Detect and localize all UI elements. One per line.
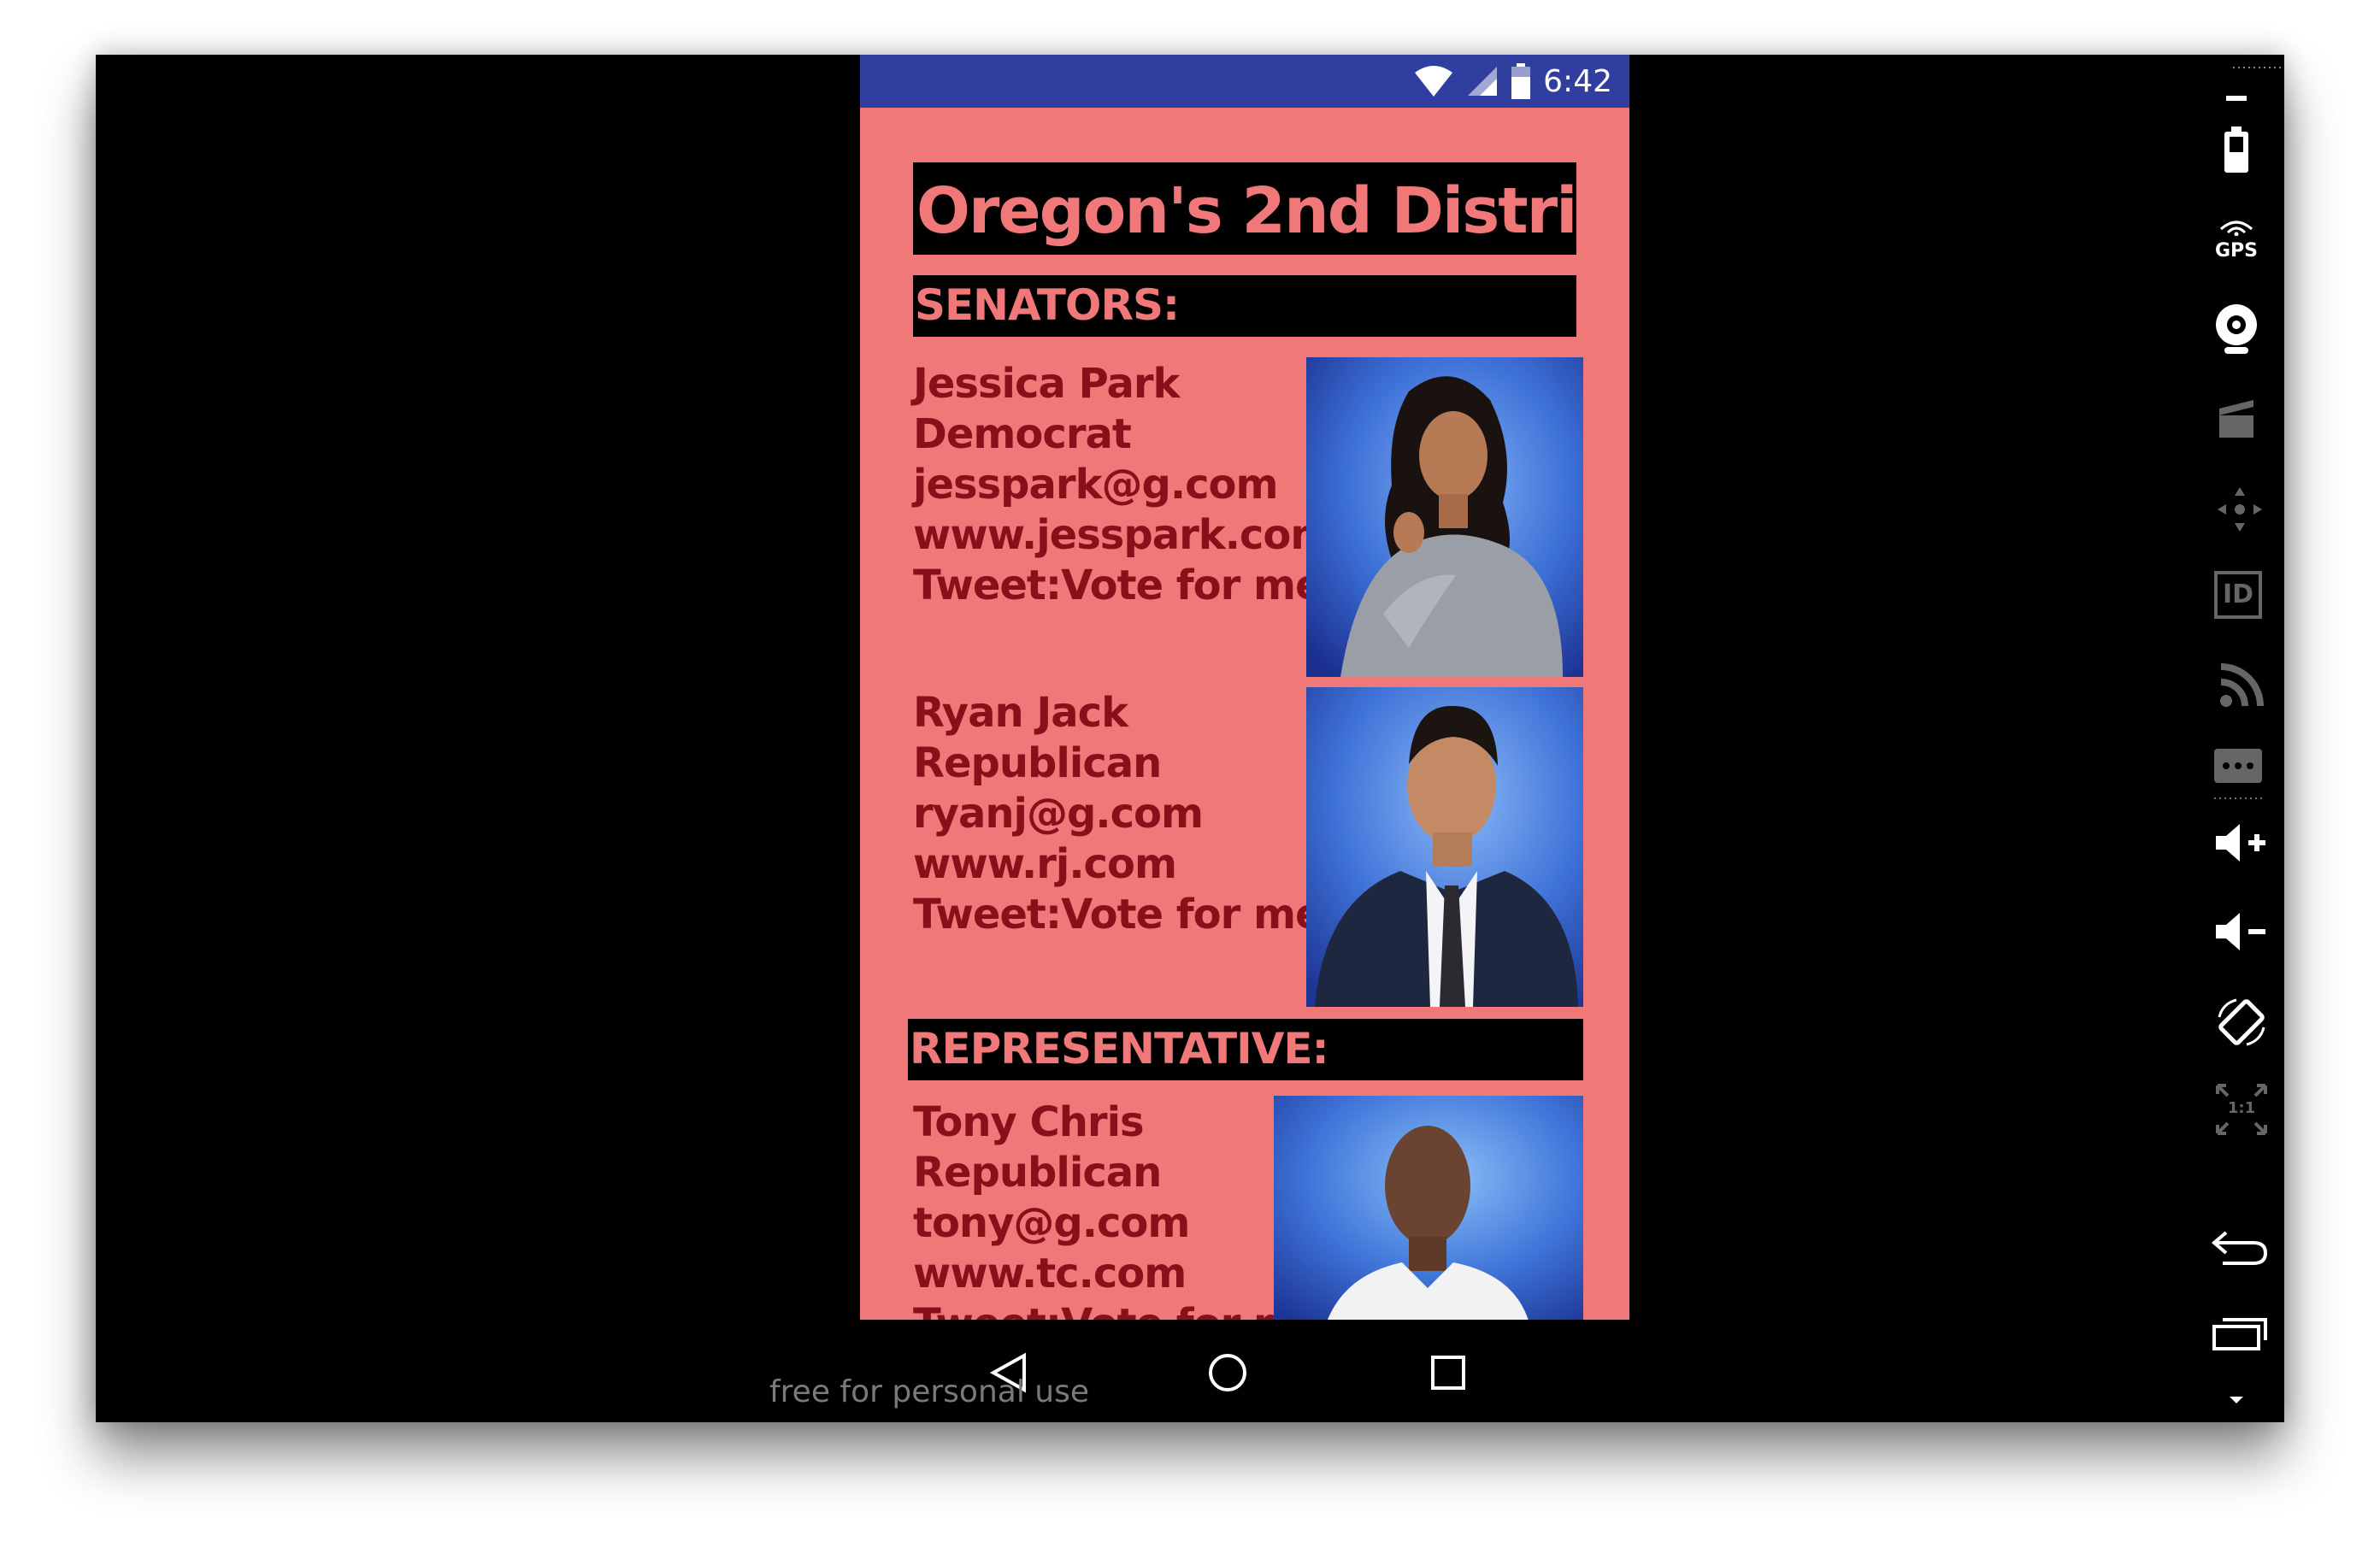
- status-clock: 6:42: [1543, 63, 1612, 99]
- emulator-toolbar: GPS ID 1:1: [2189, 55, 2284, 1422]
- representative-party: Republican: [913, 1149, 1162, 1197]
- gps-label: GPS: [2214, 240, 2259, 262]
- senator-photo-jessica: [1306, 357, 1583, 677]
- gps-icon[interactable]: GPS: [2212, 217, 2260, 268]
- senator-name: Ryan Jack: [913, 689, 1128, 737]
- overview-icon[interactable]: [2211, 1315, 2269, 1352]
- scale-label: 1:1: [2227, 1099, 2256, 1117]
- representative-website[interactable]: www.tc.com: [913, 1249, 1323, 1299]
- representative-card-tony: Tony Chris Republican tony@g.com www.tc.…: [913, 1097, 1323, 1320]
- volume-up-icon[interactable]: [2214, 822, 2269, 863]
- battery-icon[interactable]: [2223, 126, 2250, 174]
- senator-name: Jessica Park: [913, 360, 1180, 408]
- toolbar-expand-icon[interactable]: [2228, 1395, 2245, 1405]
- status-bar: 6:42: [860, 55, 1629, 108]
- senator-website[interactable]: www.jesspark.com: [913, 510, 1333, 561]
- recents-icon[interactable]: [1429, 1354, 1467, 1391]
- representative-name: Tony Chris: [913, 1098, 1145, 1146]
- device-screen: 6:42 Oregon's 2nd District SENATORS: Jes…: [860, 55, 1629, 1320]
- camera-icon[interactable]: [2214, 303, 2259, 357]
- senators-header-bar: SENATORS:: [913, 275, 1576, 337]
- cellular-icon[interactable]: [2216, 663, 2264, 711]
- id-label: ID: [2222, 579, 2254, 609]
- watermark-text: free for personal use: [769, 1374, 1089, 1409]
- district-title-bar: Oregon's 2nd District: [913, 162, 1629, 255]
- volume-down-icon[interactable]: [2214, 911, 2269, 952]
- home-icon[interactable]: [1207, 1352, 1248, 1393]
- scale-1-1-icon[interactable]: 1:1: [2214, 1082, 2269, 1137]
- senator-card-jessica: Jessica Park Democrat jesspark@g.com www…: [913, 359, 1333, 611]
- page-title: Oregon's 2nd District: [916, 174, 1629, 248]
- toolbar-top-grip: [2233, 67, 2284, 68]
- senator-party: Republican: [913, 739, 1162, 787]
- dpad-icon[interactable]: [2214, 484, 2265, 535]
- battery-icon: [1511, 63, 1531, 99]
- senator-photo-ryan: [1306, 687, 1583, 1007]
- senator-website[interactable]: www.rj.com: [913, 839, 1323, 890]
- senator-party: Democrat: [913, 410, 1132, 458]
- representative-header: REPRESENTATIVE:: [910, 1024, 1329, 1074]
- representative-header-bar: REPRESENTATIVE:: [908, 1019, 1583, 1080]
- wifi-icon: [1415, 66, 1453, 97]
- signal-icon: [1468, 67, 1498, 96]
- senator-tweet: Tweet:Vote for me: [913, 891, 1323, 938]
- senator-tweet: Tweet:Vote for me: [913, 562, 1323, 609]
- representative-photo-tony: [1274, 1096, 1583, 1320]
- screen-record-icon[interactable]: [2216, 391, 2257, 439]
- back-icon[interactable]: [2211, 1229, 2269, 1267]
- rotate-icon[interactable]: [2214, 995, 2269, 1050]
- power-icon[interactable]: [2221, 85, 2252, 103]
- sms-icon[interactable]: [2212, 745, 2264, 805]
- senator-email[interactable]: ryanj@g.com: [913, 789, 1323, 839]
- senator-email[interactable]: jesspark@g.com: [913, 460, 1332, 510]
- fingerprint-id-icon[interactable]: ID: [2214, 571, 2262, 619]
- senator-card-ryan: Ryan Jack Republican ryanj@g.com www.rj.…: [913, 688, 1323, 940]
- senators-header: SENATORS:: [915, 280, 1180, 330]
- representative-email[interactable]: tony@g.com: [913, 1198, 1323, 1249]
- representative-tweet: Tweet:Vote for me: [913, 1299, 1323, 1320]
